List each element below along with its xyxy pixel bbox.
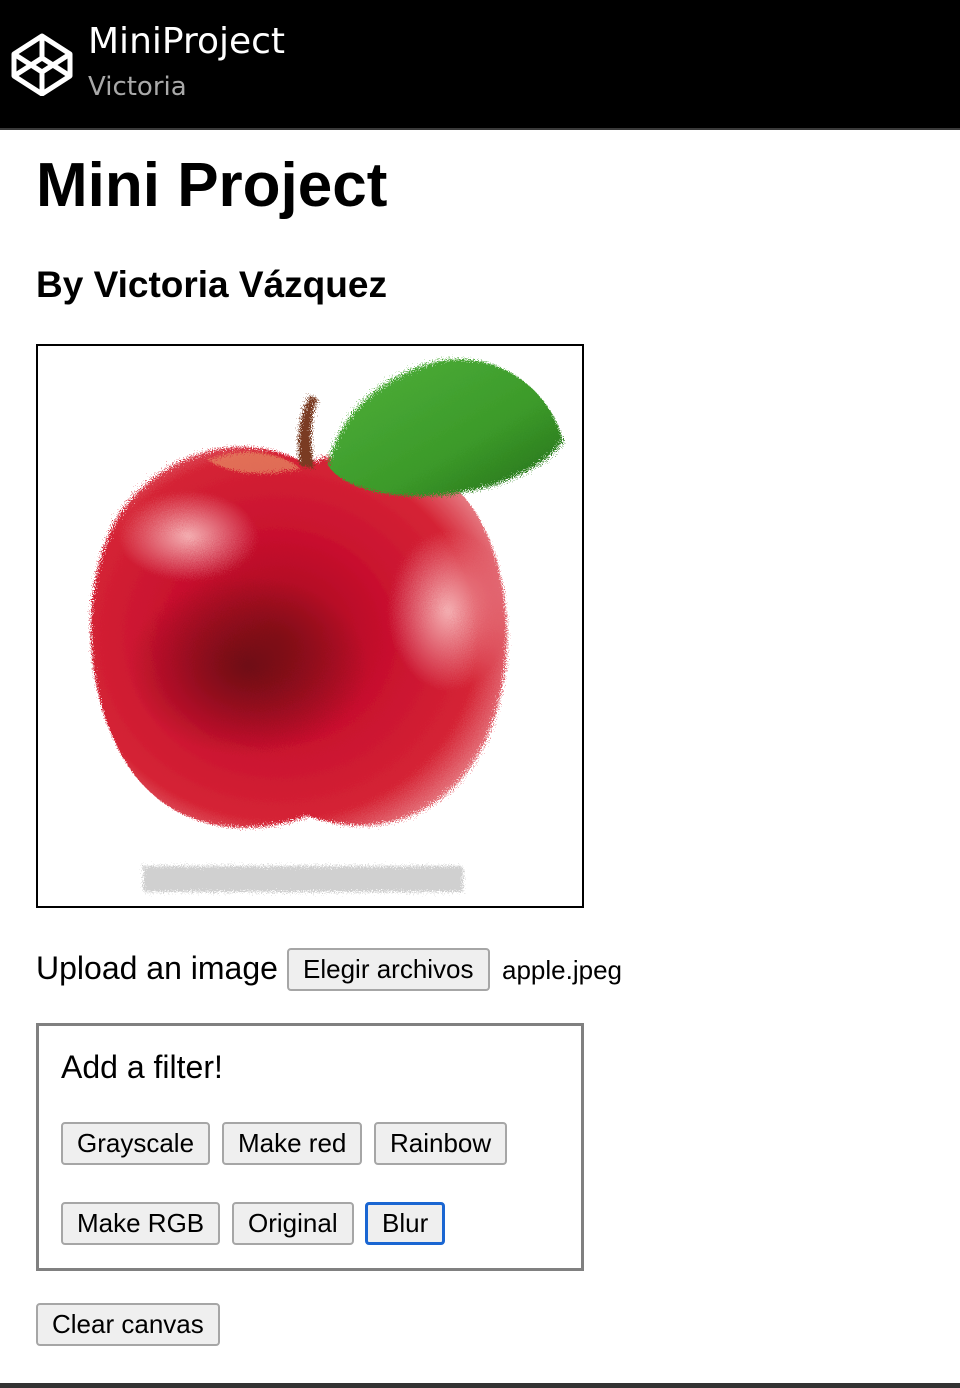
blur-button[interactable]: Blur bbox=[365, 1202, 446, 1245]
site-header: MiniProject Victoria bbox=[0, 0, 960, 130]
apple-image bbox=[90, 359, 563, 892]
original-button[interactable]: Original bbox=[232, 1202, 354, 1245]
page-title: Mini Project bbox=[36, 151, 388, 220]
filter-panel: Add a filter! Grayscale Make red Rainbow… bbox=[36, 1023, 584, 1271]
make-red-button[interactable]: Make red bbox=[222, 1122, 363, 1165]
codepen-cube-icon[interactable] bbox=[10, 32, 74, 96]
author-byline: By Victoria Vázquez bbox=[36, 264, 387, 305]
make-rgb-button[interactable]: Make RGB bbox=[61, 1202, 221, 1245]
filter-panel-title: Add a filter! bbox=[61, 1049, 223, 1085]
rainbow-button[interactable]: Rainbow bbox=[374, 1122, 508, 1165]
upload-label: Upload an image bbox=[36, 950, 278, 986]
brand-subtitle[interactable]: Victoria bbox=[88, 70, 187, 104]
upload-row: Upload an image Elegir archivos apple.jp… bbox=[36, 946, 736, 992]
selected-file-name: apple.jpeg bbox=[502, 955, 622, 985]
clear-canvas-button[interactable]: Clear canvas bbox=[36, 1303, 220, 1346]
window-bottom-edge bbox=[0, 1383, 960, 1388]
brand-title[interactable]: MiniProject bbox=[88, 20, 285, 64]
grayscale-button[interactable]: Grayscale bbox=[61, 1122, 211, 1165]
image-canvas[interactable] bbox=[36, 344, 584, 908]
choose-file-button[interactable]: Elegir archivos bbox=[287, 948, 490, 991]
